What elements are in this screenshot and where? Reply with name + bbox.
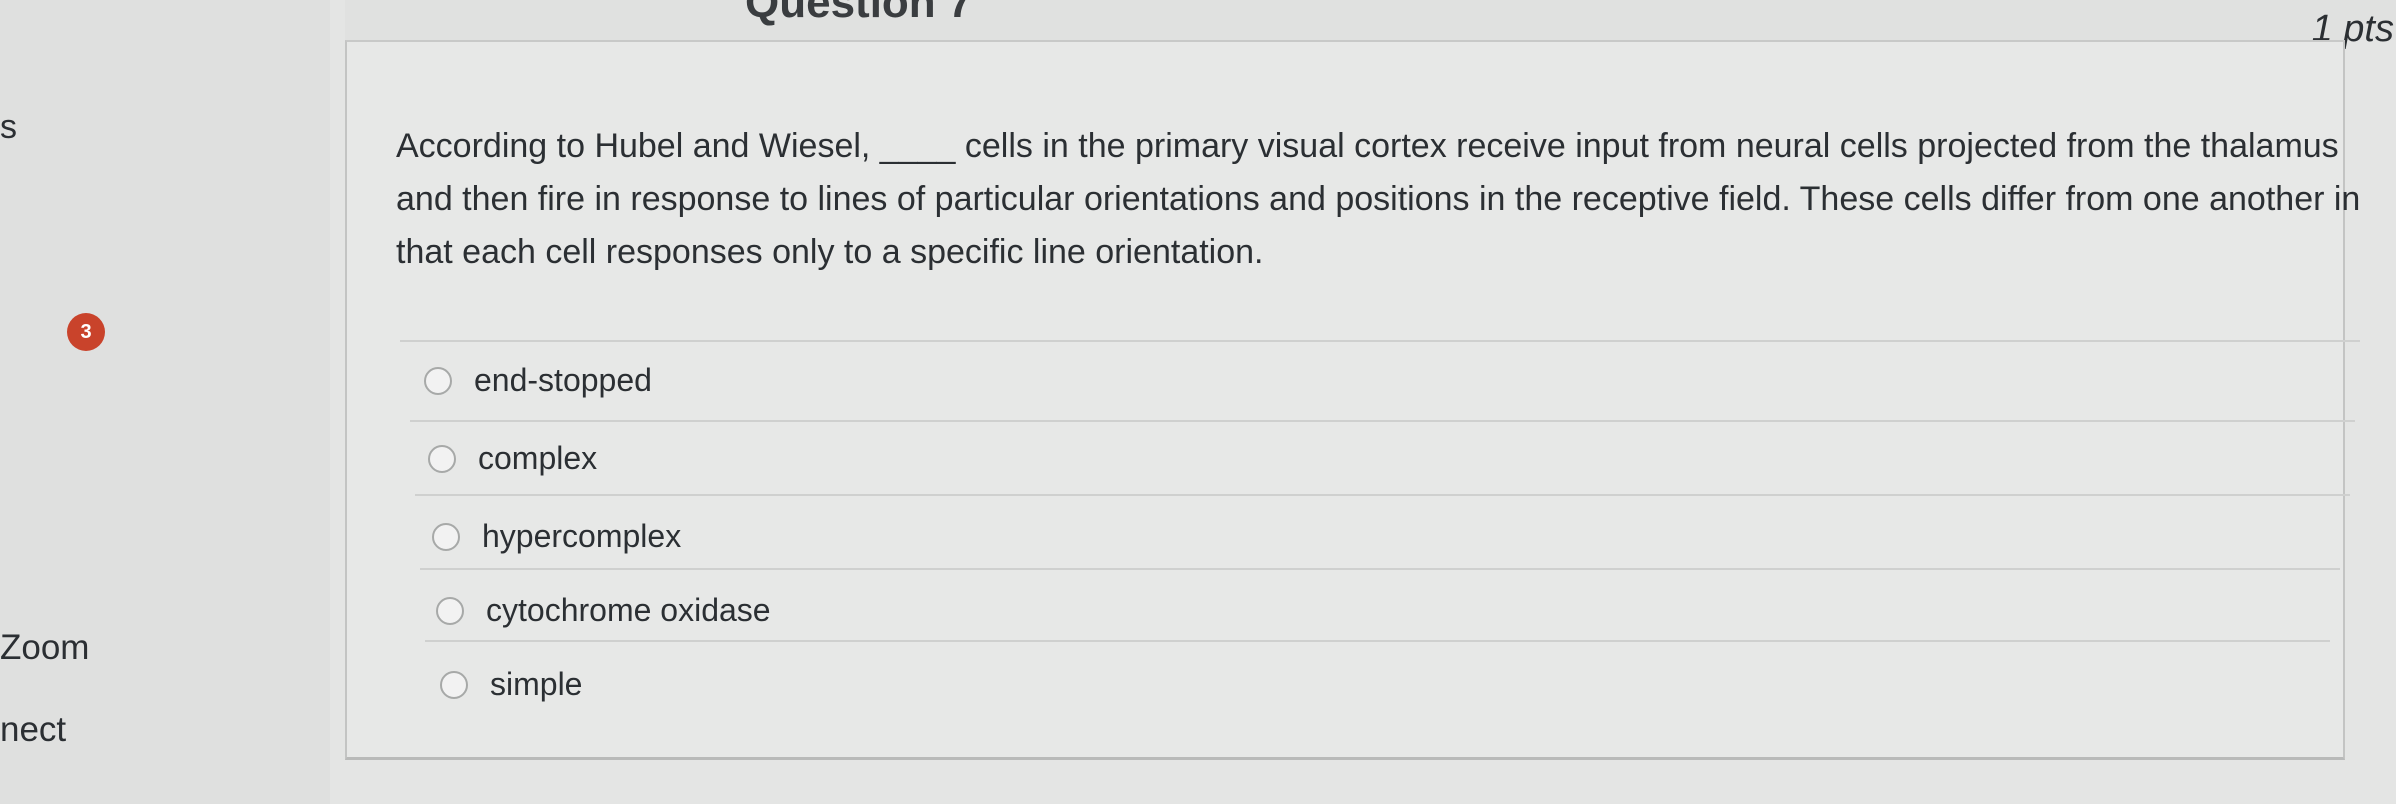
radio-button[interactable] <box>432 522 460 551</box>
radio-button[interactable] <box>436 596 464 625</box>
answer-option-end-stopped[interactable]: end-stopped <box>424 362 652 399</box>
answer-divider <box>425 640 2330 642</box>
question-text: According to Hubel and Wiesel, ____ cell… <box>396 127 2361 271</box>
radio-button[interactable] <box>440 670 468 699</box>
answer-option-hypercomplex[interactable]: hypercomplex <box>432 518 681 555</box>
sidebar-partial-text: s <box>0 108 17 146</box>
answer-label: hypercomplex <box>482 518 682 554</box>
answer-option-simple[interactable]: simple <box>440 666 582 703</box>
radio-button[interactable] <box>424 366 452 395</box>
answer-label: end-stopped <box>474 362 652 398</box>
question-number-badge: 3 <box>67 313 105 351</box>
answers-divider <box>400 340 2360 342</box>
answer-divider <box>420 568 2340 570</box>
question-header: Question 7 1 pts <box>345 0 2396 50</box>
answer-option-cytochrome-oxidase[interactable]: cytochrome oxidase <box>436 592 771 629</box>
answer-label: simple <box>490 666 583 702</box>
answer-divider <box>415 494 2350 496</box>
answer-divider <box>410 420 2355 422</box>
answer-label: complex <box>478 440 598 476</box>
zoom-link[interactable]: Zoom <box>0 628 89 668</box>
left-sidebar: s 3 Zoom nect <box>0 0 330 804</box>
connect-link[interactable]: nect <box>0 710 66 750</box>
answer-label: cytochrome oxidase <box>486 592 771 628</box>
answer-option-complex[interactable]: complex <box>428 440 597 477</box>
question-title: Question 7 <box>745 0 973 27</box>
radio-button[interactable] <box>428 444 456 473</box>
